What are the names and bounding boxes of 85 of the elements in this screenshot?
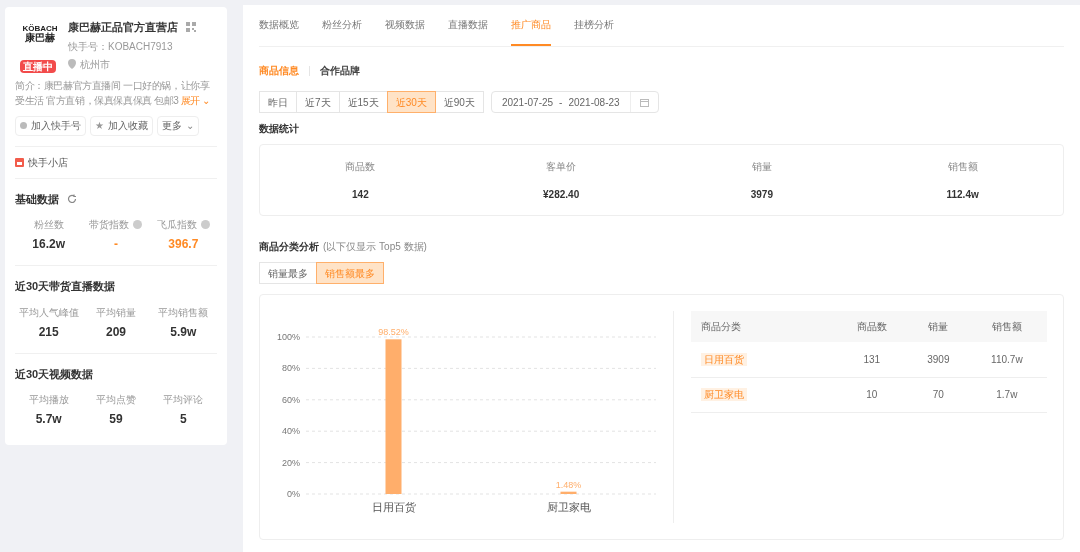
logo-text: KÖBACH: [22, 25, 58, 33]
table-cell: 70: [932, 389, 944, 400]
section-title: 数据统计: [259, 122, 300, 136]
stat-value: 5.9w: [170, 323, 197, 341]
stat-value: 112.4w: [946, 187, 979, 202]
stat-value: 142: [352, 187, 369, 202]
intro-text: 受生活 官方直销，保真保真保真 包邮3: [15, 93, 179, 108]
section-title: 近30天带货直播数据: [15, 279, 116, 294]
table-cell: 131: [863, 353, 881, 365]
axis-label: 0%: [287, 489, 300, 499]
stat-label: 平均播放: [28, 393, 69, 407]
calendar-icon: [639, 97, 649, 107]
info-icon[interactable]: [200, 220, 210, 229]
date-range-field[interactable]: 2021-07-25 - 2021-08-23: [490, 91, 659, 113]
stat-value: 3979: [750, 187, 773, 202]
stat-value: 215: [38, 323, 59, 341]
column-header: 销售额: [966, 311, 1047, 342]
stat-label: 飞瓜指数: [156, 218, 197, 232]
tab[interactable]: 数据概览: [259, 17, 299, 46]
category-label: 日用百货: [371, 501, 416, 513]
tab[interactable]: 挂榜分析: [574, 17, 614, 46]
refresh-icon[interactable]: [67, 193, 77, 204]
axis-label: 100%: [276, 332, 300, 342]
location-pin-icon: [68, 59, 76, 69]
stat-value: 59: [109, 411, 123, 428]
tab[interactable]: 直播数据: [448, 17, 488, 46]
section-note: (以下仅显示 Top5 数据): [323, 240, 427, 254]
section-title: 商品分类分析: [259, 240, 319, 254]
stat-label: 平均点赞: [96, 393, 136, 407]
stat-label: 平均评论: [163, 393, 204, 407]
live-badge: 直播中: [20, 59, 56, 73]
section-title: 近30天视频数据: [15, 366, 94, 382]
axis-label: 80%: [282, 363, 300, 374]
action-button[interactable]: ★ 加入收藏: [90, 115, 153, 136]
table-cell: 1.7w: [996, 389, 1018, 400]
account-id: 快手号：KOBACH7913: [68, 39, 174, 54]
action-button[interactable]: 加入快手号: [15, 115, 86, 136]
axis-label: 60%: [282, 394, 300, 405]
star-icon: ★: [95, 118, 104, 133]
logo-text: 康巴赫: [25, 33, 55, 43]
action-button[interactable]: 更多 ⌄: [157, 115, 199, 136]
stat-label: 平均销售额: [158, 305, 209, 320]
axis-label: 40%: [282, 426, 300, 437]
range-button[interactable]: 近7天: [296, 91, 340, 113]
range-button[interactable]: 近90天: [434, 91, 484, 113]
data-label: 98.52%: [378, 327, 409, 338]
category-tag: 厨卫家电: [701, 388, 747, 401]
subtab[interactable]: 合作品牌: [320, 63, 360, 78]
stat-value: 396.7: [168, 236, 199, 253]
qr-code-icon[interactable]: [186, 22, 196, 33]
stat-label: 带货指数: [89, 218, 130, 232]
stat-label: 平均销量: [96, 305, 136, 320]
section-title: 基础数据: [15, 191, 59, 207]
category-label: 厨卫家电: [546, 501, 591, 513]
category-tag: 日用百货: [701, 352, 747, 366]
location: 杭州市: [80, 57, 110, 72]
column-header: 销量: [910, 311, 967, 342]
column-header: 商品分类: [691, 311, 834, 342]
stat-value: 16.2w: [32, 236, 65, 253]
axis-label: 20%: [282, 457, 300, 468]
info-icon[interactable]: [133, 220, 143, 229]
stat-label: 商品数: [345, 159, 376, 174]
shop-name: 康巴赫正品官方直营店: [68, 20, 178, 35]
stat-value: -: [114, 236, 118, 253]
stat-label: 销售额: [947, 159, 978, 174]
data-label: 1.48%: [555, 479, 582, 490]
bar: [560, 491, 577, 494]
chevron-icon: ⌄: [186, 118, 194, 133]
table-cell: 3909: [927, 353, 950, 365]
tab[interactable]: 粉丝分析: [322, 17, 362, 46]
range-button[interactable]: 昨日: [259, 91, 297, 113]
stat-label: 销量: [751, 159, 772, 174]
stat-value: 209: [105, 323, 126, 341]
stat-label: 粉丝数: [33, 218, 64, 232]
shop-icon: [15, 157, 24, 167]
stat-value: 5.7w: [35, 411, 62, 428]
tab[interactable]: 视频数据: [385, 17, 425, 46]
stat-label: 客单价: [546, 159, 577, 174]
stat-label: 平均人气峰值: [18, 305, 79, 320]
stat-value: 5: [180, 411, 187, 428]
stat-value: ¥282.40: [543, 187, 580, 202]
shop-link[interactable]: 快手小店: [28, 154, 68, 170]
table-cell: 10: [866, 389, 878, 400]
table-cell: 110.7w: [991, 353, 1023, 365]
column-header: 商品数: [833, 311, 911, 342]
